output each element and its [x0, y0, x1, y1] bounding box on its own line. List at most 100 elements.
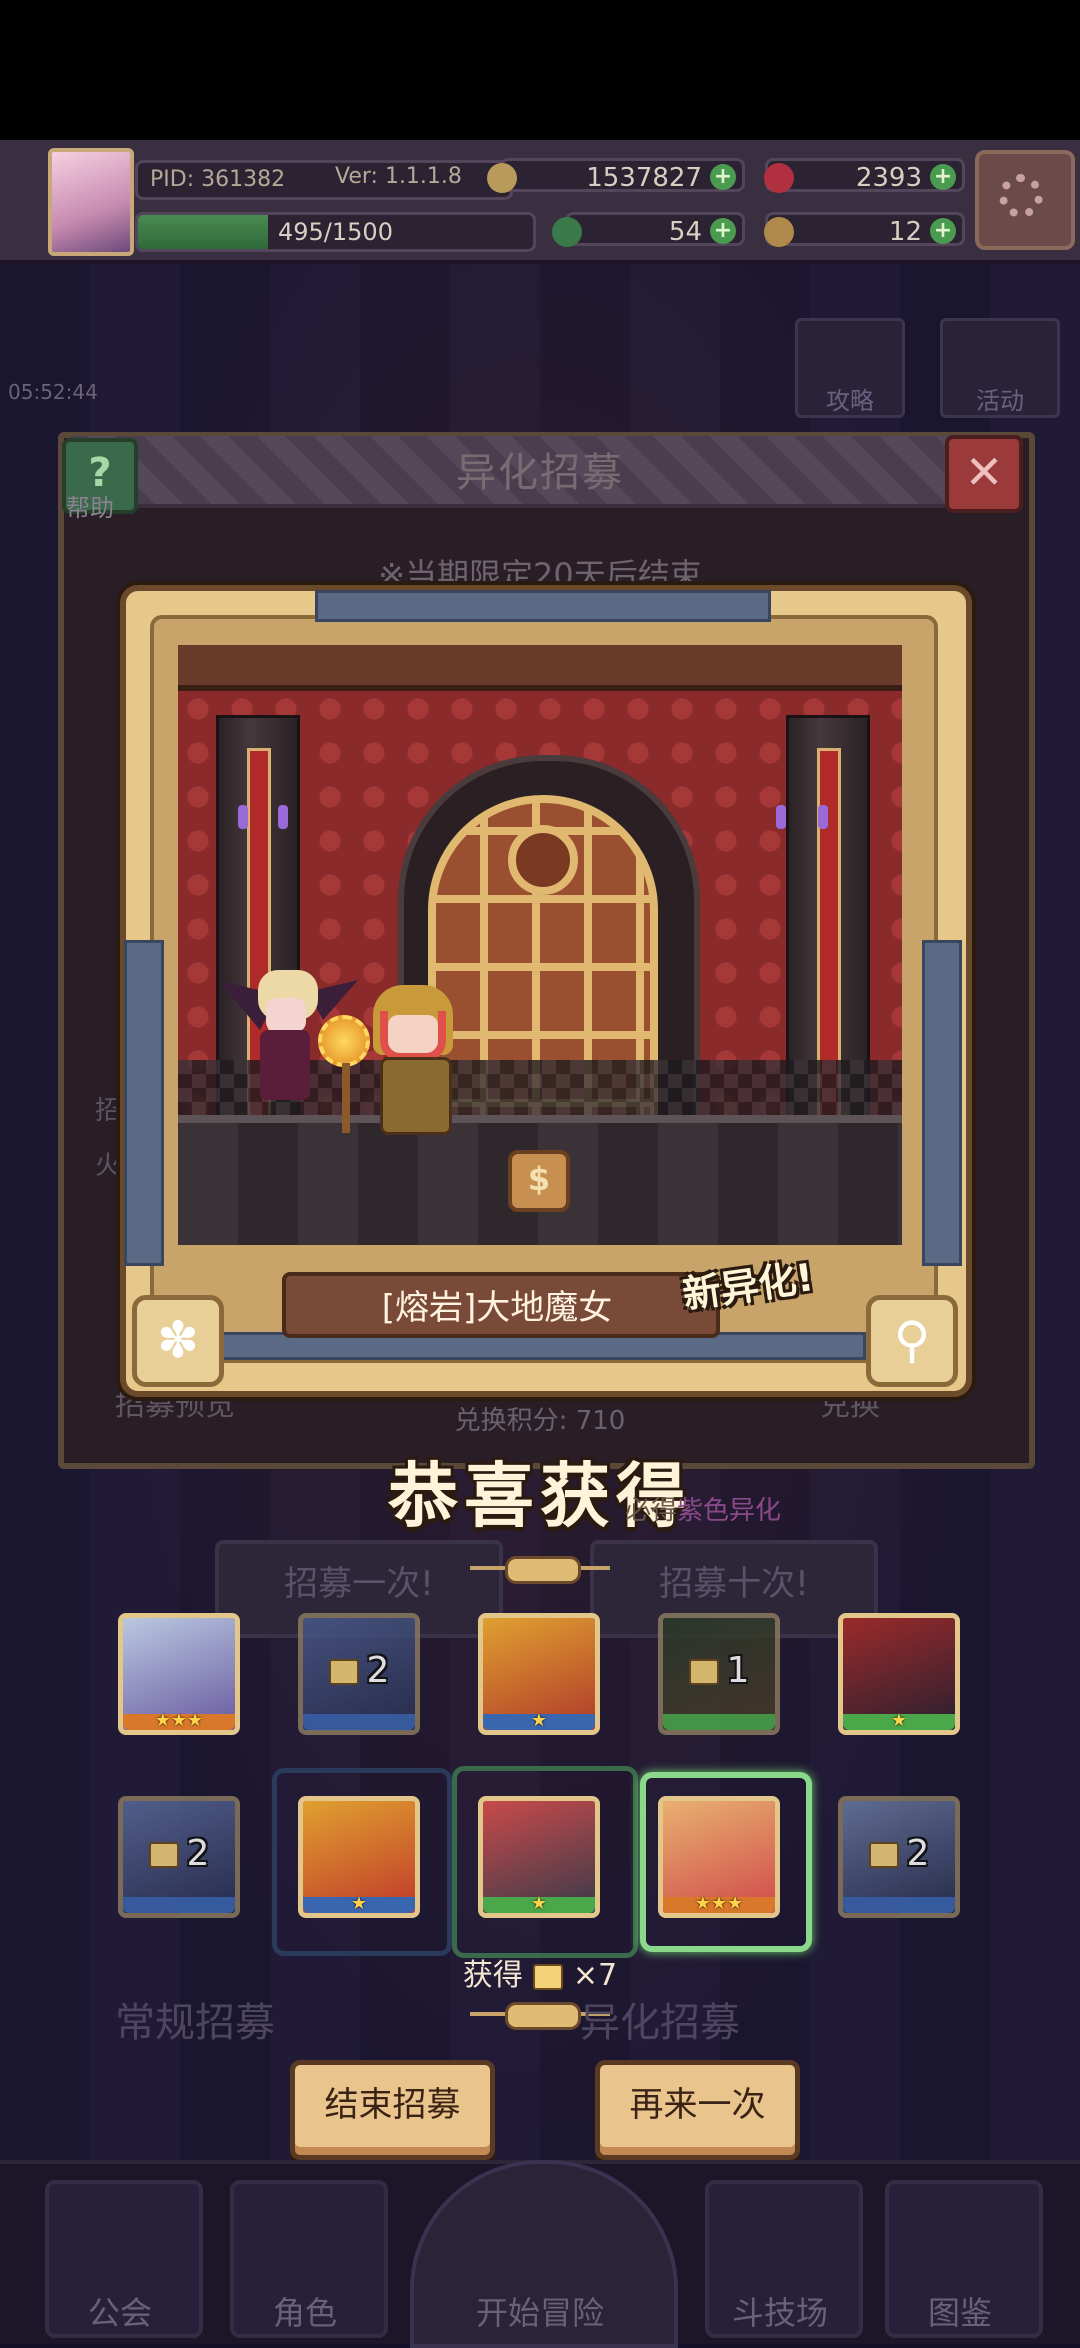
- divider-ornament: [505, 2002, 581, 2030]
- frame-trim-left: [124, 940, 164, 1266]
- fragment-count: 2: [123, 1833, 235, 1874]
- add-clover-icon[interactable]: +: [710, 218, 736, 244]
- potion-value: 12: [888, 217, 922, 247]
- rarity-bar: [303, 1714, 415, 1730]
- earth-witch-sprite: [318, 985, 468, 1135]
- mutant-recruit-label: 异化招募: [580, 2000, 740, 2046]
- frame-trim-right: [922, 940, 962, 1266]
- star-rating: ★: [350, 1893, 368, 1914]
- fragment-icon: [532, 1963, 563, 1990]
- coin-counter: 1537827 +: [487, 158, 745, 193]
- ruby-icon: [764, 163, 794, 193]
- star-rating: ★: [530, 1893, 548, 1914]
- add-potion-icon[interactable]: +: [930, 218, 956, 244]
- nav-arena-label: 斗技场: [731, 2294, 828, 2332]
- nav-codex-label: 图鉴: [927, 2294, 992, 2332]
- potion-counter: 12 +: [764, 212, 965, 247]
- coin-icon: [487, 163, 517, 193]
- paw-icon[interactable]: ✽: [132, 1295, 224, 1387]
- star-rating: ★★★: [694, 1893, 744, 1914]
- congrats-title: 恭喜获得: [388, 1455, 692, 1537]
- settings-button[interactable]: [975, 150, 1075, 250]
- end-recruit-label: 结束招募: [324, 2085, 461, 2125]
- guide-button: 攻略: [795, 318, 905, 418]
- obtain-suffix: ×7: [572, 1958, 618, 1993]
- reward-card[interactable]: ★: [478, 1796, 600, 1918]
- recruit-ten-label: 招募十次!: [659, 1564, 809, 1604]
- fragment-count: 2: [843, 1833, 955, 1874]
- reward-card[interactable]: ★★★: [118, 1613, 240, 1735]
- player-avatar[interactable]: [48, 148, 134, 256]
- modal-title: 异化招募: [456, 450, 624, 496]
- candle-icon: [238, 805, 248, 829]
- close-icon: ✕: [964, 445, 1004, 499]
- gem-counter: 2393 +: [764, 158, 965, 193]
- energy-bar: 495/1500: [135, 212, 536, 252]
- guarantee-prefix: 必得: [625, 1496, 678, 1526]
- fragment-icon: [688, 1659, 719, 1685]
- guarantee-note: 必得紫色异化: [625, 1490, 781, 1527]
- add-gem-icon[interactable]: +: [930, 164, 956, 190]
- guarantee-accent: 紫色异化: [677, 1496, 782, 1526]
- recruit-again-button[interactable]: 再来一次: [595, 2060, 800, 2160]
- event-label: 活动: [976, 387, 1024, 415]
- key-icon[interactable]: ⚲: [866, 1295, 958, 1387]
- candle-icon: [776, 805, 786, 829]
- candle-icon: [278, 805, 288, 829]
- clock-text: 05:52:44: [8, 380, 98, 404]
- coin-badge-icon: $: [508, 1150, 570, 1212]
- candle-icon: [818, 805, 828, 829]
- potion-icon: [764, 217, 794, 247]
- clover-value: 54: [668, 217, 702, 247]
- reward-card[interactable]: 2: [118, 1796, 240, 1918]
- star-rating: ★: [530, 1710, 548, 1731]
- star-rating: ★: [890, 1710, 908, 1731]
- scene-ceiling: [178, 645, 902, 691]
- clover-counter: 54 +: [552, 212, 745, 247]
- nav-adventure-label: 开始冒险: [475, 2294, 604, 2332]
- gear-icon: [999, 174, 1043, 218]
- pid-text: PID: 361382: [150, 167, 286, 192]
- side-text-b: 火: [95, 1151, 122, 1181]
- guide-label: 攻略: [826, 387, 874, 415]
- reward-card[interactable]: ★: [478, 1613, 600, 1735]
- reward-card[interactable]: 2: [838, 1796, 960, 1918]
- gem-value: 2393: [855, 163, 922, 193]
- obtain-summary: 获得 ×7: [0, 1950, 1080, 1994]
- character-name: [熔岩]大地魔女: [381, 1288, 613, 1328]
- exchange-points: 兑换积分: 710: [454, 1406, 626, 1436]
- version-text: Ver: 1.1.1.8: [335, 164, 462, 189]
- recruit-again-label: 再来一次: [629, 2085, 766, 2125]
- rarity-bar: [123, 1897, 235, 1913]
- fragment-icon: [328, 1659, 359, 1685]
- rarity-bar: [843, 1897, 955, 1913]
- reward-card[interactable]: 1: [658, 1613, 780, 1735]
- recruit-once-label: 招募一次!: [284, 1564, 434, 1604]
- fragment-count: 1: [663, 1650, 775, 1691]
- reward-card[interactable]: ★: [298, 1796, 420, 1918]
- reward-card[interactable]: ★: [838, 1613, 960, 1735]
- fragment-icon: [148, 1842, 179, 1868]
- rarity-bar: [663, 1714, 775, 1730]
- energy-text: 495/1500: [278, 218, 393, 246]
- add-coin-icon[interactable]: +: [710, 164, 736, 190]
- frame-trim-top: [315, 590, 771, 622]
- nav-guild-label: 公会: [87, 2294, 152, 2332]
- regular-recruit-label: 常规招募: [115, 2000, 275, 2046]
- close-button[interactable]: ✕: [945, 435, 1023, 513]
- reward-card[interactable]: ★★★: [658, 1796, 780, 1918]
- status-band: [0, 0, 1080, 140]
- clover-icon: [552, 217, 582, 247]
- side-text-a: 招: [95, 1096, 122, 1126]
- star-rating: ★★★: [154, 1710, 204, 1731]
- coin-value: 1537827: [586, 163, 702, 193]
- help-label: 帮助: [66, 494, 114, 522]
- obtain-prefix: 获得: [462, 1958, 523, 1993]
- end-recruit-button[interactable]: 结束招募: [290, 2060, 495, 2160]
- reward-card[interactable]: 2: [298, 1613, 420, 1735]
- divider-ornament: [505, 1556, 581, 1584]
- event-button: 活动: [940, 318, 1060, 418]
- fragment-count: 2: [303, 1650, 415, 1691]
- window-rosette: [508, 825, 578, 895]
- fragment-icon: [868, 1842, 899, 1868]
